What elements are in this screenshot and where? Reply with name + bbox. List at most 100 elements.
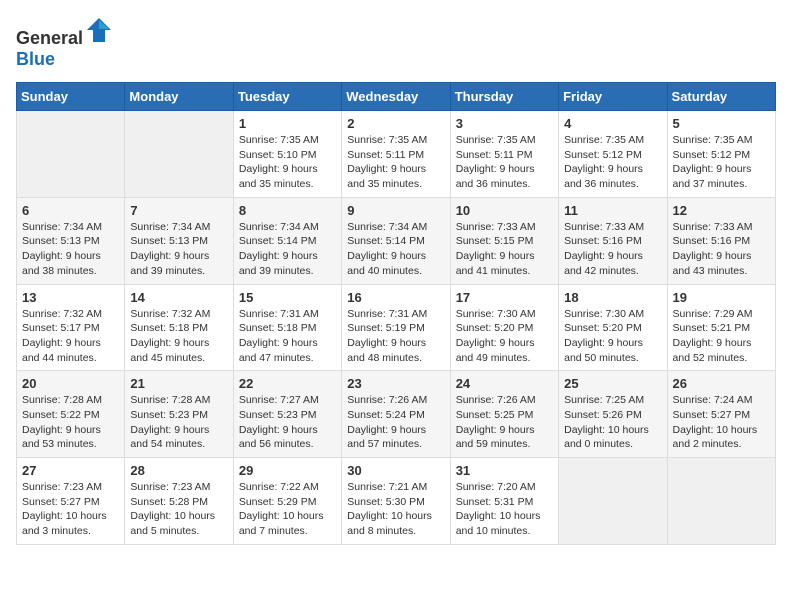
- calendar-cell: 31Sunrise: 7:20 AM Sunset: 5:31 PM Dayli…: [450, 458, 558, 545]
- day-info: Sunrise: 7:34 AM Sunset: 5:13 PM Dayligh…: [130, 220, 227, 279]
- day-info: Sunrise: 7:30 AM Sunset: 5:20 PM Dayligh…: [456, 307, 553, 366]
- day-number: 10: [456, 203, 553, 218]
- calendar-day-header: Saturday: [667, 83, 775, 111]
- calendar-cell: 16 Sunrise: 7:31 AM Sunset: 5:19 PM Dayli…: [342, 284, 450, 371]
- calendar-cell: 3 Sunrise: 7:35 AM Sunset: 5:11 PM Daylig…: [450, 111, 558, 198]
- day-info: Sunrise: 7:35 AM Sunset: 5:11 PM Dayligh…: [456, 133, 553, 192]
- day-number: 12: [673, 203, 770, 218]
- calendar-cell: 20 Sunrise: 7:28 AM Sunset: 5:22 PM Dayli…: [17, 371, 125, 458]
- logo-blue: Blue: [16, 49, 55, 69]
- day-number: 31: [456, 463, 553, 478]
- day-info: Sunrise: 7:29 AM Sunset: 5:21 PM Dayligh…: [673, 307, 770, 366]
- calendar-day-header: Sunday: [17, 83, 125, 111]
- calendar-cell: 21 Sunrise: 7:28 AM Sunset: 5:23 PM Dayli…: [125, 371, 233, 458]
- day-number: 25: [564, 376, 661, 391]
- day-info: Sunrise: 7:25 AM Sunset: 5:26 PM Dayligh…: [564, 393, 661, 452]
- day-info: Sunrise: 7:31 AM Sunset: 5:18 PM Dayligh…: [239, 307, 336, 366]
- day-info: Sunrise: 7:30 AM Sunset: 5:20 PM Dayligh…: [564, 307, 661, 366]
- day-number: 27: [22, 463, 119, 478]
- day-number: 4: [564, 116, 661, 131]
- day-info: Sunrise: 7:33 AM Sunset: 5:15 PM Dayligh…: [456, 220, 553, 279]
- day-number: 11: [564, 203, 661, 218]
- calendar-cell: 6 Sunrise: 7:34 AM Sunset: 5:13 PM Daylig…: [17, 197, 125, 284]
- day-number: 2: [347, 116, 444, 131]
- day-info: Sunrise: 7:33 AM Sunset: 5:16 PM Dayligh…: [564, 220, 661, 279]
- calendar-cell: 23Sunrise: 7:26 AM Sunset: 5:24 PM Dayli…: [342, 371, 450, 458]
- calendar-cell: 14Sunrise: 7:32 AM Sunset: 5:18 PM Dayli…: [125, 284, 233, 371]
- calendar-cell: [559, 458, 667, 545]
- day-number: 18: [564, 290, 661, 305]
- calendar-week-row: 6 Sunrise: 7:34 AM Sunset: 5:13 PM Daylig…: [17, 197, 776, 284]
- calendar-cell: 8 Sunrise: 7:34 AM Sunset: 5:14 PM Daylig…: [233, 197, 341, 284]
- calendar-cell: 2 Sunrise: 7:35 AM Sunset: 5:11 PM Daylig…: [342, 111, 450, 198]
- logo: General Blue: [16, 16, 113, 70]
- calendar-cell: 30 Sunrise: 7:21 AM Sunset: 5:30 PM Dayli…: [342, 458, 450, 545]
- day-info: Sunrise: 7:21 AM Sunset: 5:30 PM Dayligh…: [347, 480, 444, 539]
- day-info: Sunrise: 7:34 AM Sunset: 5:14 PM Dayligh…: [239, 220, 336, 279]
- day-number: 17: [456, 290, 553, 305]
- calendar-week-row: 20 Sunrise: 7:28 AM Sunset: 5:22 PM Dayli…: [17, 371, 776, 458]
- day-number: 21: [130, 376, 227, 391]
- day-number: 9: [347, 203, 444, 218]
- day-info: Sunrise: 7:35 AM Sunset: 5:11 PM Dayligh…: [347, 133, 444, 192]
- calendar-cell: 1Sunrise: 7:35 AM Sunset: 5:10 PM Daylig…: [233, 111, 341, 198]
- day-number: 6: [22, 203, 119, 218]
- calendar-cell: 22 Sunrise: 7:27 AM Sunset: 5:23 PM Dayli…: [233, 371, 341, 458]
- day-info: Sunrise: 7:27 AM Sunset: 5:23 PM Dayligh…: [239, 393, 336, 452]
- day-info: Sunrise: 7:35 AM Sunset: 5:12 PM Dayligh…: [673, 133, 770, 192]
- calendar-cell: [17, 111, 125, 198]
- day-info: Sunrise: 7:24 AM Sunset: 5:27 PM Dayligh…: [673, 393, 770, 452]
- day-info: Sunrise: 7:32 AM Sunset: 5:17 PM Dayligh…: [22, 307, 119, 366]
- calendar-cell: [667, 458, 775, 545]
- day-number: 14: [130, 290, 227, 305]
- day-number: 1: [239, 116, 336, 131]
- day-info: Sunrise: 7:28 AM Sunset: 5:23 PM Dayligh…: [130, 393, 227, 452]
- calendar-cell: 4 Sunrise: 7:35 AM Sunset: 5:12 PM Daylig…: [559, 111, 667, 198]
- day-number: 30: [347, 463, 444, 478]
- calendar-day-header: Thursday: [450, 83, 558, 111]
- page-header: General Blue: [16, 16, 776, 70]
- calendar-day-header: Tuesday: [233, 83, 341, 111]
- day-info: Sunrise: 7:33 AM Sunset: 5:16 PM Dayligh…: [673, 220, 770, 279]
- day-number: 16: [347, 290, 444, 305]
- calendar-cell: 26 Sunrise: 7:24 AM Sunset: 5:27 PM Dayli…: [667, 371, 775, 458]
- calendar-day-header: Monday: [125, 83, 233, 111]
- day-number: 24: [456, 376, 553, 391]
- calendar-cell: 5 Sunrise: 7:35 AM Sunset: 5:12 PM Daylig…: [667, 111, 775, 198]
- calendar-cell: 18 Sunrise: 7:30 AM Sunset: 5:20 PM Dayli…: [559, 284, 667, 371]
- calendar-cell: 10 Sunrise: 7:33 AM Sunset: 5:15 PM Dayli…: [450, 197, 558, 284]
- calendar-cell: 27 Sunrise: 7:23 AM Sunset: 5:27 PM Dayli…: [17, 458, 125, 545]
- day-number: 3: [456, 116, 553, 131]
- calendar-week-row: 27 Sunrise: 7:23 AM Sunset: 5:27 PM Dayli…: [17, 458, 776, 545]
- calendar-cell: 13Sunrise: 7:32 AM Sunset: 5:17 PM Dayli…: [17, 284, 125, 371]
- day-info: Sunrise: 7:34 AM Sunset: 5:13 PM Dayligh…: [22, 220, 119, 279]
- logo-icon: [85, 16, 113, 44]
- calendar-week-row: 13Sunrise: 7:32 AM Sunset: 5:17 PM Dayli…: [17, 284, 776, 371]
- day-info: Sunrise: 7:31 AM Sunset: 5:19 PM Dayligh…: [347, 307, 444, 366]
- calendar-cell: 28Sunrise: 7:23 AM Sunset: 5:28 PM Dayli…: [125, 458, 233, 545]
- day-info: Sunrise: 7:23 AM Sunset: 5:27 PM Dayligh…: [22, 480, 119, 539]
- day-number: 28: [130, 463, 227, 478]
- day-number: 8: [239, 203, 336, 218]
- day-info: Sunrise: 7:28 AM Sunset: 5:22 PM Dayligh…: [22, 393, 119, 452]
- day-number: 22: [239, 376, 336, 391]
- day-number: 5: [673, 116, 770, 131]
- calendar-cell: 11 Sunrise: 7:33 AM Sunset: 5:16 PM Dayli…: [559, 197, 667, 284]
- day-number: 15: [239, 290, 336, 305]
- day-number: 29: [239, 463, 336, 478]
- day-number: 20: [22, 376, 119, 391]
- day-number: 19: [673, 290, 770, 305]
- calendar-cell: 15 Sunrise: 7:31 AM Sunset: 5:18 PM Dayli…: [233, 284, 341, 371]
- day-info: Sunrise: 7:35 AM Sunset: 5:12 PM Dayligh…: [564, 133, 661, 192]
- calendar-cell: 25 Sunrise: 7:25 AM Sunset: 5:26 PM Dayli…: [559, 371, 667, 458]
- day-number: 7: [130, 203, 227, 218]
- calendar-cell: 17 Sunrise: 7:30 AM Sunset: 5:20 PM Dayli…: [450, 284, 558, 371]
- calendar-cell: 9Sunrise: 7:34 AM Sunset: 5:14 PM Daylig…: [342, 197, 450, 284]
- calendar-day-header: Friday: [559, 83, 667, 111]
- day-info: Sunrise: 7:26 AM Sunset: 5:25 PM Dayligh…: [456, 393, 553, 452]
- calendar-week-row: 1Sunrise: 7:35 AM Sunset: 5:10 PM Daylig…: [17, 111, 776, 198]
- day-number: 26: [673, 376, 770, 391]
- calendar-cell: [125, 111, 233, 198]
- logo-text: General Blue: [16, 16, 113, 70]
- calendar-cell: 19 Sunrise: 7:29 AM Sunset: 5:21 PM Dayli…: [667, 284, 775, 371]
